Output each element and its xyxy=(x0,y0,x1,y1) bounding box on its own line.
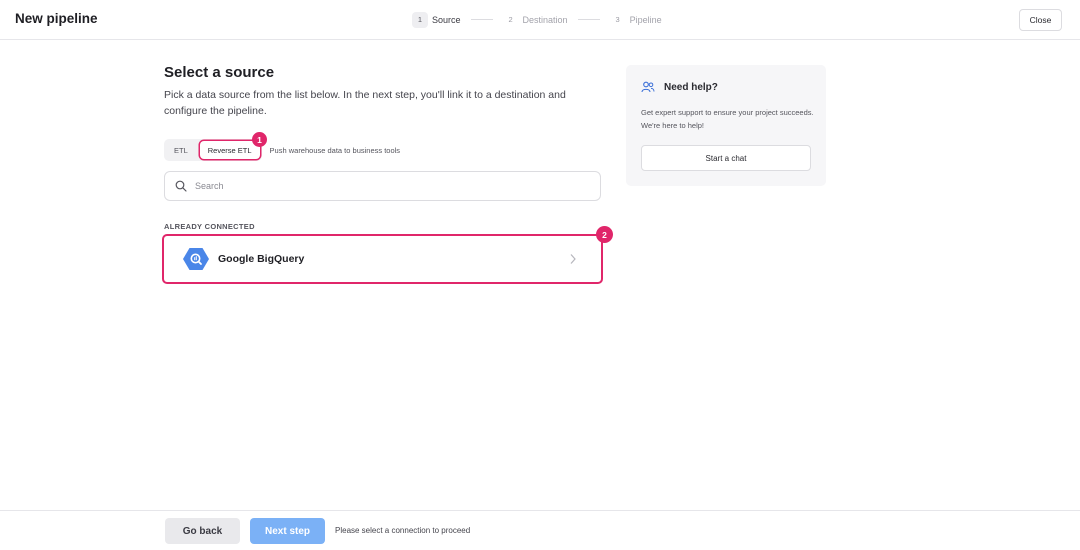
stepper: 1 Source 2 Destination 3 Pipeline xyxy=(412,11,662,28)
page-description: Pick a data source from the list below. … xyxy=(164,89,566,117)
step-label: Source xyxy=(432,14,461,25)
search-icon xyxy=(175,180,187,192)
main-content: Select a source Pick a data source from … xyxy=(162,64,613,284)
step-label: Destination xyxy=(522,14,568,25)
help-card: Need help? Get expert support to ensure … xyxy=(626,65,826,186)
step-number: 2 xyxy=(508,15,513,24)
search-field[interactable] xyxy=(164,171,601,201)
step-divider xyxy=(470,19,493,20)
section-label-connected: ALREADY CONNECTED xyxy=(164,222,255,231)
help-header: Need help? xyxy=(641,81,718,93)
page-header-title: New pipeline xyxy=(15,11,98,26)
connection-name: Google BigQuery xyxy=(218,253,305,265)
callout-badge-1: 1 xyxy=(252,132,267,147)
step-destination: 2 Destination xyxy=(503,12,568,28)
bottom-bar: Go back Next step Please select a connec… xyxy=(0,510,1080,550)
tab-etl[interactable]: ETL xyxy=(166,141,196,159)
close-button[interactable]: Close xyxy=(1019,9,1062,31)
callout-badge-2: 2 xyxy=(596,226,613,243)
bigquery-icon xyxy=(183,248,209,270)
step-pipeline: 3 Pipeline xyxy=(610,12,662,28)
step-number: 3 xyxy=(615,15,620,24)
go-back-button[interactable]: Go back xyxy=(165,518,240,544)
next-step-button[interactable]: Next step xyxy=(250,518,325,544)
start-chat-button[interactable]: Start a chat xyxy=(641,145,811,171)
help-body: Get expert support to ensure your projec… xyxy=(641,108,814,130)
search-input[interactable] xyxy=(195,181,575,191)
top-bar: New pipeline 1 Source 2 Destination 3 Pi… xyxy=(0,0,1080,40)
tab-hint: Push warehouse data to business tools xyxy=(269,145,401,155)
people-icon xyxy=(641,81,655,93)
segmented-control: ETL Reverse ETL xyxy=(164,139,262,161)
connection-item-google-bigquery[interactable]: Google BigQuery xyxy=(162,234,603,284)
step-source: 1 Source xyxy=(412,11,461,28)
source-type-tabs: ETL Reverse ETL Push warehouse data to b… xyxy=(164,132,401,161)
step-number: 1 xyxy=(412,11,428,28)
page-title: Select a source xyxy=(164,64,275,81)
step-label: Pipeline xyxy=(629,14,662,25)
chevron-right-icon xyxy=(570,254,576,264)
tab-reverse-etl[interactable]: Reverse ETL xyxy=(199,141,260,159)
footer-hint: Please select a connection to proceed xyxy=(335,526,471,535)
help-title: Need help? xyxy=(664,81,718,93)
step-divider xyxy=(577,19,600,20)
